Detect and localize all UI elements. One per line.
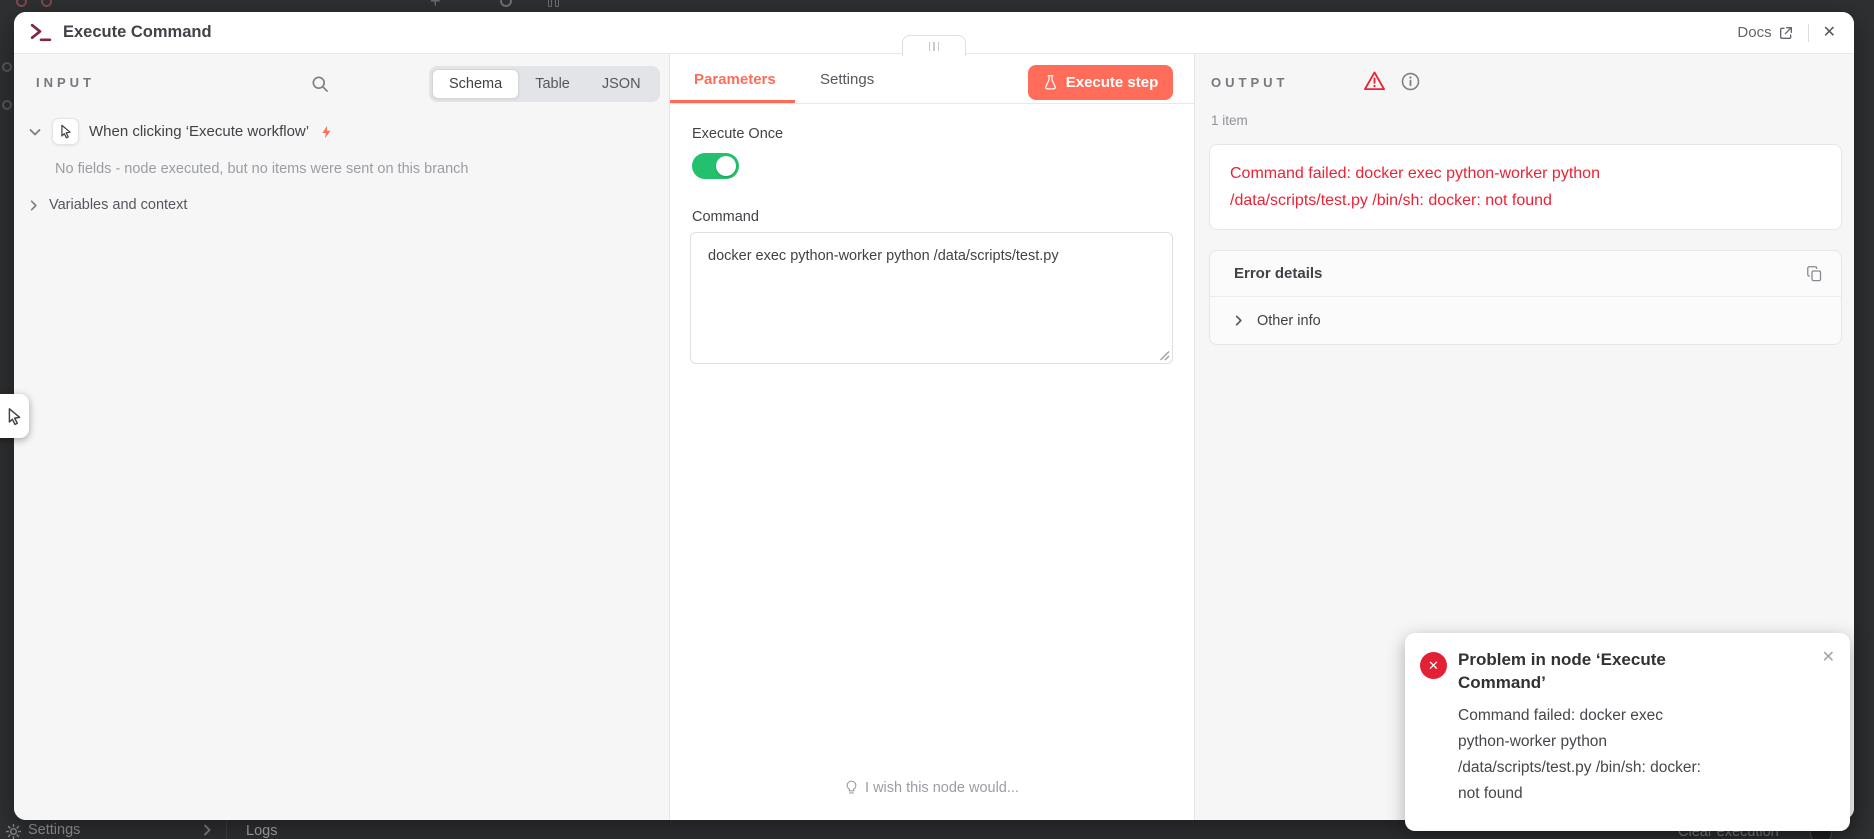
chevron-right-icon [30, 199, 37, 211]
lightbulb-icon [846, 780, 857, 794]
docs-link[interactable]: Docs [1737, 24, 1793, 41]
variables-and-context-label: Variables and context [49, 197, 188, 213]
error-details-box: Error details Other info [1209, 250, 1842, 345]
warning-triangle-icon[interactable] [1363, 70, 1386, 92]
tab-json[interactable]: JSON [586, 69, 657, 99]
prev-node-chip[interactable] [0, 394, 29, 438]
cursor-icon [8, 407, 21, 425]
flask-icon [1044, 75, 1056, 90]
other-info-label: Other info [1257, 312, 1321, 329]
output-panel-label: OUTPUT [1211, 75, 1289, 90]
parameters-panel: Parameters Settings Execute step Execute… [670, 35, 1194, 820]
execute-once-label: Execute Once [692, 126, 784, 142]
info-icon[interactable] [1401, 72, 1420, 91]
error-details-label: Error details [1234, 265, 1323, 282]
chevron-down-icon[interactable] [28, 125, 42, 139]
output-items-count: 1 item [1211, 113, 1248, 128]
output-error-box: Command failed: docker exec python-worke… [1209, 144, 1842, 230]
node-title[interactable]: Execute Command [63, 23, 212, 42]
sidebar-item-settings: Settings [28, 822, 81, 838]
search-icon[interactable] [310, 74, 330, 94]
terminal-icon [30, 23, 52, 42]
execute-step-button[interactable]: Execute step [1028, 65, 1173, 100]
textarea-resize-handle[interactable] [1159, 350, 1170, 361]
input-panel: INPUT Schema Table JSON When clicking ‘E… [14, 54, 670, 820]
input-empty-message: No fields - node executed, but no items … [55, 161, 469, 177]
execute-once-toggle[interactable] [692, 153, 739, 179]
error-details-header: Error details [1210, 251, 1841, 297]
active-tab-underline [670, 100, 795, 103]
search-canvas-icon [500, 0, 512, 7]
command-input[interactable]: docker exec python-worker python /data/s… [690, 232, 1173, 364]
error-badge-icon: ✕ [1420, 652, 1447, 679]
zoom-in-icon: + [430, 0, 441, 11]
external-link-icon [1779, 26, 1792, 39]
wish-label: I wish this node would... [865, 780, 1019, 796]
input-panel-label: INPUT [36, 75, 95, 90]
node-feedback-link[interactable]: I wish this node would... [670, 780, 1194, 796]
output-error-message: Command failed: docker exec python-worke… [1230, 165, 1600, 209]
copy-icon[interactable] [1806, 265, 1823, 282]
trigger-node-row: When clicking ‘Execute workflow’ [28, 118, 334, 145]
gear-icon [6, 824, 21, 839]
logs-panel-label: Logs [246, 823, 278, 839]
close-button[interactable]: ✕ [1823, 24, 1836, 41]
toast-message: Command failed: docker exec python-worke… [1458, 707, 1701, 802]
panel-drag-handle[interactable] [902, 35, 966, 56]
tab-schema[interactable]: Schema [432, 69, 520, 99]
sidebar-hint-icon [2, 100, 12, 110]
tab-settings[interactable]: Settings [820, 54, 874, 104]
execute-step-label: Execute step [1065, 74, 1159, 91]
lightning-icon [322, 125, 331, 138]
toast-title: Problem in node ‘Execute Command’ [1458, 650, 1666, 692]
tab-parameters[interactable]: Parameters [694, 54, 776, 104]
chevron-right-icon [1235, 315, 1242, 326]
header-divider [1807, 23, 1809, 42]
parameters-tabs: Parameters Settings Execute step [670, 54, 1194, 104]
docs-label: Docs [1737, 24, 1772, 41]
command-label: Command [692, 209, 759, 225]
other-info-toggle[interactable]: Other info [1210, 297, 1841, 344]
dimmed-canvas-overlay: + Settings Logs Clear execution Execute … [0, 0, 1874, 839]
cursor-icon [60, 124, 71, 139]
layout-icon [548, 0, 562, 12]
manual-trigger-node-icon [52, 118, 79, 145]
error-toast: ✕ Problem in node ‘Execute Command’ ✕ Co… [1405, 633, 1850, 831]
chevron-right-icon [204, 824, 211, 836]
variables-and-context-toggle[interactable]: Variables and context [27, 197, 187, 213]
trigger-node-label[interactable]: When clicking ‘Execute workflow’ [89, 123, 309, 140]
toast-close-button[interactable]: ✕ [1822, 650, 1835, 666]
tab-table[interactable]: Table [519, 69, 586, 99]
input-view-switcher: Schema Table JSON [429, 66, 660, 102]
sidebar-hint-icon [2, 62, 12, 72]
n8n-logo [16, 0, 76, 10]
